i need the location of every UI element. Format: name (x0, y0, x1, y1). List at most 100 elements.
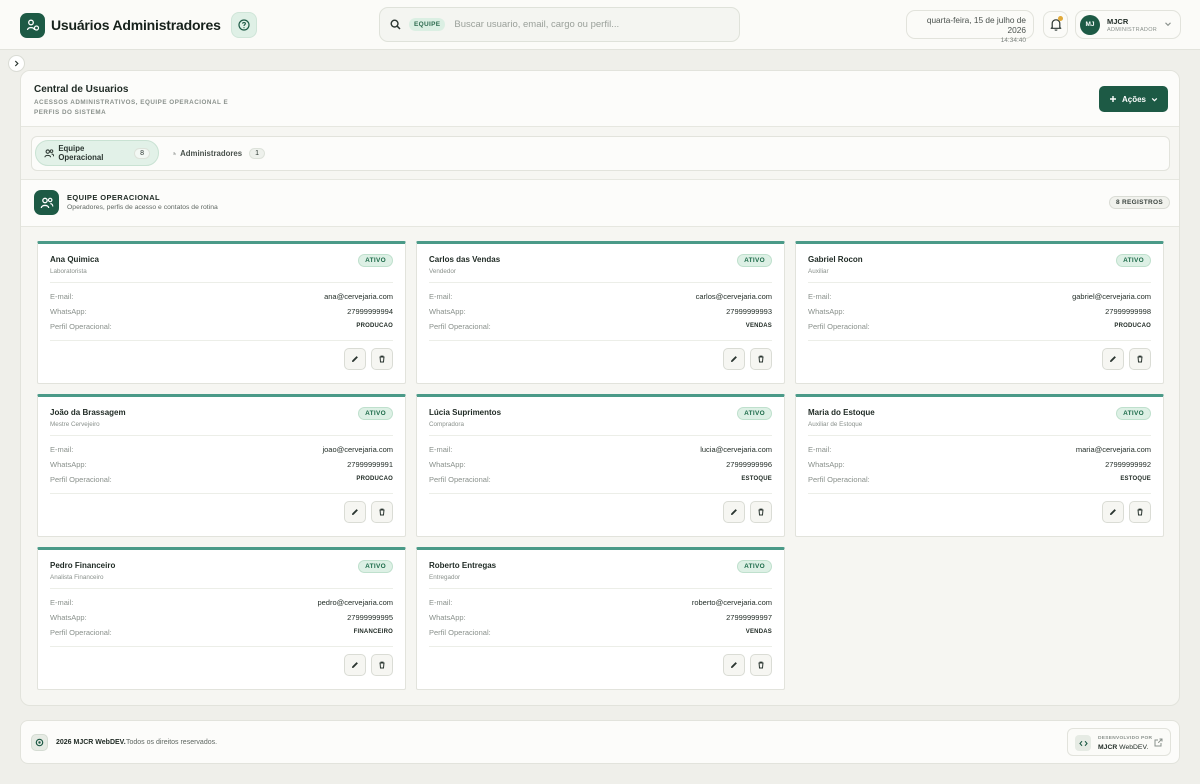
edit-button[interactable] (344, 348, 366, 370)
help-button[interactable] (230, 12, 257, 38)
trash-icon (758, 661, 764, 669)
sidebar-toggle-button[interactable] (8, 55, 25, 72)
section-title: EQUIPE OPERACIONAL (67, 193, 161, 202)
status-badge: ATIVO (737, 407, 772, 420)
profile-label: Perfil Operacional: (429, 628, 491, 637)
notifications-button[interactable] (1043, 11, 1068, 38)
delete-button[interactable] (750, 501, 772, 523)
whatsapp-value: 27999999994 (347, 307, 393, 316)
email-label: E-mail: (808, 292, 832, 301)
developer-label: DESENVOLVIDO POR (1098, 736, 1153, 741)
tab-label: Administradores (180, 148, 243, 158)
user-name: MJCR (1107, 16, 1129, 26)
profile-value: PRODUCAO (356, 323, 393, 329)
user-card: Maria do Estoque Auxiliar de Estoque ATIVO… (795, 394, 1164, 537)
whatsapp-label: WhatsApp: (429, 460, 466, 469)
whatsapp-value: 27999999997 (726, 613, 772, 622)
avatar: MJ (1080, 14, 1100, 35)
tabs-bar: Equipe Operacional 8 Administradores 1 (31, 136, 1170, 171)
edit-button[interactable] (723, 654, 745, 676)
user-name: Pedro Financeiro (50, 561, 116, 570)
user-role: Analista Financeiro (50, 574, 104, 581)
developer-link[interactable]: DESENVOLVIDO POR MJCR WebDEV. (1067, 728, 1171, 756)
current-time: 14:34:40 (1000, 37, 1026, 44)
pencil-icon (352, 509, 358, 515)
edit-button[interactable] (723, 348, 745, 370)
user-card: Ana Quimica Laboratorista ATIVO E-mail: ana@… (37, 241, 406, 384)
delete-button[interactable] (750, 348, 772, 370)
profile-label: Perfil Operacional: (429, 322, 491, 331)
status-badge: ATIVO (358, 254, 393, 267)
app-title: Usuários Administradores (51, 17, 221, 33)
whatsapp-label: WhatsApp: (429, 307, 466, 316)
profile-label: Perfil Operacional: (50, 475, 112, 484)
email-label: E-mail: (50, 292, 74, 301)
user-menu[interactable]: MJ MJCR ADMINISTRADOR (1075, 10, 1181, 39)
user-role: ADMINISTRADOR (1107, 26, 1158, 33)
edit-button[interactable] (1102, 348, 1124, 370)
pencil-icon (352, 356, 358, 362)
developer-suffix: WebDEV. (1119, 744, 1149, 751)
email-value: roberto@cervejaria.com (691, 598, 772, 607)
search-bar[interactable]: EQUIPE (379, 7, 740, 42)
edit-button[interactable] (344, 501, 366, 523)
delete-button[interactable] (1129, 348, 1151, 370)
status-badge: ATIVO (1116, 407, 1151, 420)
section-subtitle: Operadores, perfis de acesso e contatos … (67, 204, 218, 211)
user-name: João da Brassagem (50, 408, 126, 417)
trash-icon (379, 661, 385, 669)
user-role: Auxiliar (808, 268, 829, 275)
delete-button[interactable] (371, 654, 393, 676)
status-badge: ATIVO (358, 407, 393, 420)
user-name: Gabriel Rocon (808, 255, 863, 264)
delete-button[interactable] (750, 654, 772, 676)
pencil-icon (731, 356, 737, 362)
whatsapp-label: WhatsApp: (50, 307, 87, 316)
profile-value: PRODUCAO (356, 476, 393, 482)
status-badge: ATIVO (737, 560, 772, 573)
date-time-display: quarta-feira, 15 de julho de 2026 14:34:… (906, 10, 1034, 44)
notification-dot (1058, 16, 1063, 21)
edit-button[interactable] (1102, 501, 1124, 523)
tab-administradores[interactable]: Administradores 1 (165, 140, 273, 166)
page-title: Central de Usuarios (34, 84, 129, 95)
divider (429, 340, 772, 341)
profile-label: Perfil Operacional: (808, 475, 870, 484)
chevron-down-icon (1165, 22, 1171, 27)
whatsapp-label: WhatsApp: (50, 613, 87, 622)
pencil-icon (1110, 356, 1116, 362)
actions-label: Ações (1121, 94, 1146, 104)
profile-value: ESTOQUE (741, 476, 772, 482)
email-value: joao@cervejaria.com (322, 445, 393, 454)
pencil-icon (731, 509, 737, 515)
profile-label: Perfil Operacional: (429, 475, 491, 484)
profile-value: PRODUCAO (1114, 323, 1151, 329)
divider (808, 493, 1151, 494)
edit-button[interactable] (723, 501, 745, 523)
section-header: EQUIPE OPERACIONAL Operadores, perfis de… (21, 179, 1179, 227)
status-badge: ATIVO (358, 560, 393, 573)
profile-label: Perfil Operacional: (50, 322, 112, 331)
developer-brand: MJCR (1098, 744, 1118, 751)
tab-equipe-operacional[interactable]: Equipe Operacional 8 (35, 140, 159, 166)
users-icon (34, 190, 59, 215)
divider (50, 493, 393, 494)
delete-button[interactable] (371, 348, 393, 370)
divider (50, 588, 393, 589)
user-card: Lúcia Suprimentos Compradora ATIVO E-mail: l… (416, 394, 785, 537)
top-bar: Usuários Administradores EQUIPE quarta-f… (0, 0, 1200, 50)
profile-value: ESTOQUE (1120, 476, 1151, 482)
divider (50, 282, 393, 283)
trash-icon (379, 508, 385, 516)
whatsapp-label: WhatsApp: (429, 613, 466, 622)
delete-button[interactable] (1129, 501, 1151, 523)
email-value: lucia@cervejaria.com (700, 445, 772, 454)
edit-button[interactable] (344, 654, 366, 676)
delete-button[interactable] (371, 501, 393, 523)
records-count-badge: 8 REGISTROS (1109, 196, 1171, 209)
divider (808, 340, 1151, 341)
actions-button[interactable]: Ações (1099, 86, 1168, 112)
pencil-icon (352, 662, 358, 668)
search-input[interactable] (454, 19, 725, 30)
divider (429, 282, 772, 283)
